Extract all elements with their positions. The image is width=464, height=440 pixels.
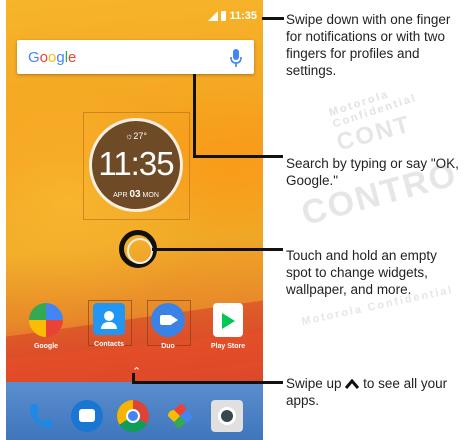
callout-notifications: Swipe down with one finger for notificat… [286, 12, 451, 78]
contacts-icon [93, 303, 125, 335]
callout-line [262, 17, 284, 20]
app-label: Play Store [210, 343, 246, 350]
clock-weekday: MON [142, 192, 159, 199]
google-folder-icon [29, 303, 63, 337]
chrome-icon[interactable] [117, 400, 149, 432]
app-label: Duo [161, 343, 175, 350]
app-play-store[interactable]: Play Store [203, 303, 253, 350]
google-search-bar[interactable]: Google [17, 40, 254, 74]
clock-widget[interactable]: ☼27° 11:35 APR 03 MON [89, 118, 183, 212]
help-diagram: { "status_bar": {"time": "11:35"}, "sear… [0, 0, 464, 440]
status-time: 11:35 [229, 10, 257, 22]
google-logo: Google [28, 49, 77, 66]
callout-touch-hold: Touch and hold an empty spot to change w… [286, 248, 437, 297]
clock-time: 11:35 [98, 145, 174, 182]
phone-icon[interactable] [24, 400, 56, 432]
callout-line [193, 74, 196, 157]
signal-icon [208, 11, 219, 22]
clock-month: APR [113, 192, 128, 199]
app-duo[interactable]: Duo [143, 303, 193, 350]
callout-line [152, 248, 283, 251]
messages-icon[interactable] [71, 400, 103, 432]
app-label: Contacts [94, 341, 124, 348]
duo-icon [151, 303, 185, 337]
mic-icon[interactable] [228, 48, 244, 68]
play-store-icon [213, 303, 243, 337]
photos-icon[interactable] [164, 400, 196, 432]
clock-day: 03 [129, 189, 141, 200]
status-bar[interactable]: 11:35 [208, 10, 257, 22]
battery-icon [221, 11, 227, 22]
callout-swipe-up: Swipe up to see all your apps. [286, 376, 448, 408]
app-contacts[interactable]: Contacts [84, 303, 134, 348]
app-google[interactable]: Google [21, 303, 71, 350]
temperature: 27° [133, 131, 147, 141]
callout-line [193, 155, 283, 158]
camera-icon[interactable] [211, 400, 243, 432]
chevron-up-icon [345, 379, 360, 390]
callout-line [132, 381, 283, 384]
app-label: Google [33, 343, 59, 350]
callout-search: Search by typing or say "OK, Google." [286, 156, 459, 188]
